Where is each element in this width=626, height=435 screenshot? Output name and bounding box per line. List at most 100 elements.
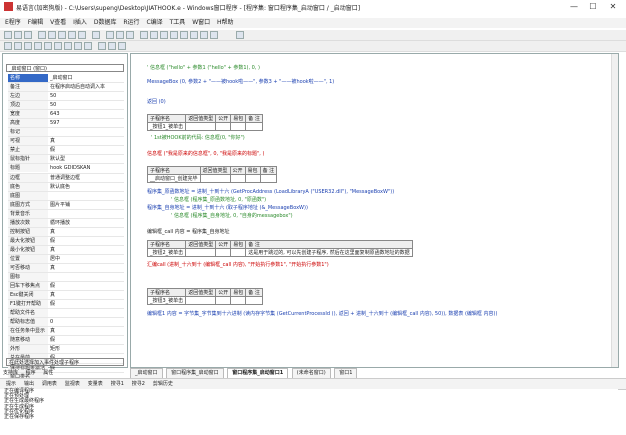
tab-watch-table[interactable]: 监视表 xyxy=(65,379,80,389)
event-selector[interactable]: 在此处选择加入事件处理子程序 xyxy=(6,358,124,366)
property-value[interactable]: 643 xyxy=(50,110,124,118)
redo-icon[interactable] xyxy=(78,31,86,39)
property-value[interactable]: 假 xyxy=(50,282,124,290)
property-value[interactable]: 真 xyxy=(50,228,124,236)
menu-help[interactable]: H帮助 xyxy=(217,18,234,28)
property-row[interactable]: 宽度 643 xyxy=(8,110,124,120)
step-out-icon[interactable] xyxy=(180,31,188,39)
property-row[interactable]: 鼠标指针 默认型 xyxy=(8,155,124,165)
property-value[interactable]: 真 xyxy=(50,327,124,335)
table-view-icon[interactable] xyxy=(126,31,134,39)
property-value[interactable]: 默认型 xyxy=(50,155,124,163)
find-icon[interactable] xyxy=(92,31,100,39)
property-row[interactable]: 最小化按钮真 xyxy=(8,245,124,255)
tab-support-library[interactable]: 支持库 xyxy=(3,370,18,376)
tab-call-table[interactable]: 调用表 xyxy=(42,379,57,389)
grid-icon[interactable] xyxy=(118,42,126,50)
code-editor[interactable]: ' 信息框 ("hello" + 参数1 ("hello" + 参数1), 0,… xyxy=(130,53,619,368)
menu-edit[interactable]: F编辑 xyxy=(28,18,43,28)
property-row[interactable]: 边框 普通调整边框 xyxy=(8,173,124,183)
sub-name-cell[interactable]: _按钮3_被单击 xyxy=(146,296,187,305)
property-row[interactable]: 底图方式 图片平铺 xyxy=(8,200,124,210)
property-value[interactable]: 默认底色 xyxy=(50,183,124,191)
property-value[interactable]: 居中 xyxy=(50,255,124,263)
step-over-icon[interactable] xyxy=(170,31,178,39)
property-value[interactable]: 在程序启动后自动调入本 xyxy=(50,83,124,91)
watch-icon[interactable] xyxy=(200,31,208,39)
property-row[interactable]: 左边 50 xyxy=(8,92,124,102)
property-row[interactable]: 高度 597 xyxy=(8,119,124,129)
property-row[interactable]: F1键打开帮助假 xyxy=(8,300,124,310)
align-left-icon[interactable] xyxy=(4,42,12,50)
save-file-icon[interactable] xyxy=(24,31,32,39)
h-space-icon[interactable] xyxy=(98,42,106,50)
stop-icon[interactable] xyxy=(150,31,158,39)
property-row[interactable]: 最大化按钮假 xyxy=(8,236,124,246)
property-value[interactable]: 0 xyxy=(50,318,124,326)
align-top-icon[interactable] xyxy=(34,42,42,50)
property-row[interactable]: 底色 默认底色 xyxy=(8,182,124,192)
property-value[interactable]: 假 xyxy=(50,237,124,245)
open-file-icon[interactable] xyxy=(14,31,22,39)
property-row[interactable]: 播放次数 循环播放 xyxy=(8,218,124,228)
property-row[interactable]: 帮助标志值 0 xyxy=(8,318,124,328)
property-row[interactable]: 图标 xyxy=(8,273,124,283)
maximize-button[interactable]: ☐ xyxy=(586,2,600,12)
tab-properties[interactable]: 属性 xyxy=(43,370,53,376)
sub-name-cell[interactable]: _按钮2_被单击 xyxy=(146,248,187,257)
menu-view[interactable]: V查看 xyxy=(50,18,66,28)
property-value[interactable]: 真 xyxy=(50,264,124,272)
property-row[interactable]: 禁止假 xyxy=(8,146,124,156)
property-value[interactable]: 图片平铺 xyxy=(50,201,124,209)
property-row[interactable]: 标记 xyxy=(8,128,124,138)
property-value[interactable]: 假 xyxy=(50,336,124,344)
window-layout-icon[interactable] xyxy=(106,31,114,39)
menu-compile[interactable]: C编译 xyxy=(146,18,162,28)
step-into-icon[interactable] xyxy=(160,31,168,39)
property-value[interactable]: 597 xyxy=(50,119,124,127)
minimize-button[interactable]: — xyxy=(567,2,581,12)
property-value[interactable]: 循环播放 xyxy=(50,219,124,227)
property-value[interactable]: 矩形 xyxy=(50,345,124,353)
align-right-icon[interactable] xyxy=(24,42,32,50)
property-row[interactable]: Esc键关闭真 xyxy=(8,291,124,301)
menu-run[interactable]: R运行 xyxy=(123,18,139,28)
property-row[interactable]: 在任务条中显示真 xyxy=(8,327,124,337)
code-view-icon[interactable] xyxy=(116,31,124,39)
tab-search-1[interactable]: 搜寻1 xyxy=(111,379,124,389)
align-middle-icon[interactable] xyxy=(44,42,52,50)
menu-tools[interactable]: T工具 xyxy=(170,18,186,28)
property-value[interactable] xyxy=(50,210,124,218)
copy-icon[interactable] xyxy=(48,31,56,39)
property-value[interactable]: hook GDIDSKAN xyxy=(50,164,124,172)
breakpoint-icon[interactable] xyxy=(190,31,198,39)
tab-program[interactable]: 程序 xyxy=(26,370,36,376)
property-value[interactable]: 假 xyxy=(50,300,124,308)
sub-name-cell[interactable]: _按钮1_被单击 xyxy=(146,122,187,131)
property-value[interactable]: _启动窗口 xyxy=(50,74,124,82)
property-value[interactable]: 真 xyxy=(50,291,124,299)
property-row[interactable]: 底图 xyxy=(8,191,124,201)
property-row[interactable]: 帮助文件名 xyxy=(8,309,124,319)
editor-scrollbar[interactable] xyxy=(611,54,618,367)
debug-icon[interactable] xyxy=(210,31,218,39)
tab-search-2[interactable]: 搜寻2 xyxy=(132,379,145,389)
property-row[interactable]: 外形 矩形 xyxy=(8,345,124,355)
property-value[interactable] xyxy=(50,309,124,317)
sub-name-cell[interactable]: __启动窗口_创建完毕 xyxy=(147,174,201,183)
tab-variable-table[interactable]: 变量表 xyxy=(88,379,103,389)
same-height-icon[interactable] xyxy=(74,42,82,50)
property-row[interactable]: 备注 在程序启动后自动调入本 xyxy=(8,83,124,93)
same-width-icon[interactable] xyxy=(64,42,72,50)
help-icon[interactable] xyxy=(236,31,244,39)
property-row[interactable]: 随意移动假 xyxy=(8,336,124,346)
undo-icon[interactable] xyxy=(68,31,76,39)
property-row[interactable]: 回车下移焦点假 xyxy=(8,282,124,292)
menu-window[interactable]: W窗口 xyxy=(192,18,210,28)
property-value[interactable] xyxy=(50,273,124,281)
cut-icon[interactable] xyxy=(38,31,46,39)
property-row[interactable]: 可否移动真 xyxy=(8,263,124,274)
menu-program[interactable]: E程序 xyxy=(5,18,21,28)
align-center-icon[interactable] xyxy=(14,42,22,50)
property-value[interactable]: 真 xyxy=(50,246,124,254)
